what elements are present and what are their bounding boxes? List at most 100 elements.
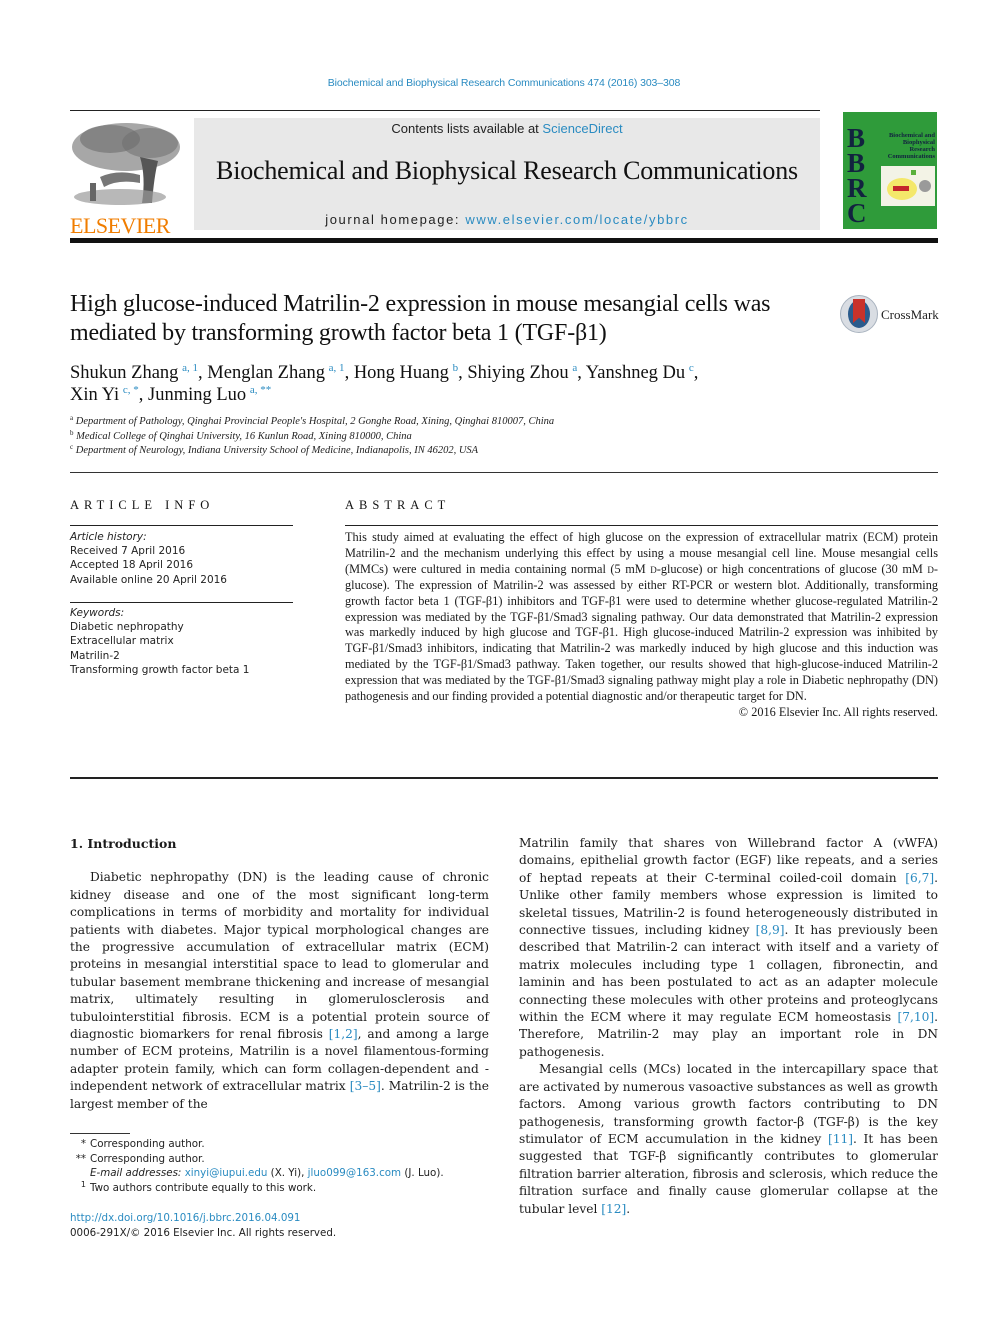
journal-name: Biochemical and Biophysical Research Com… bbox=[216, 156, 798, 185]
abstract-rule bbox=[345, 525, 938, 526]
footnote-equal-contribution: 1 Two authors contribute equally to this … bbox=[70, 1179, 500, 1196]
abstract-heading: ABSTRACT bbox=[345, 498, 451, 512]
reference-link[interactable]: [3–5] bbox=[350, 1079, 381, 1093]
keyword-item: Transforming growth factor beta 1 bbox=[70, 663, 250, 676]
author-name[interactable]: Hong Huang bbox=[354, 363, 449, 383]
body-text: . bbox=[626, 1201, 631, 1216]
keyword-item: Extracellular matrix bbox=[70, 635, 174, 648]
email-owner: (X. Yi), bbox=[267, 1167, 308, 1179]
footnote-corresponding-2: ** Corresponding author. bbox=[70, 1152, 500, 1167]
footnotes: * Corresponding author. ** Corresponding a… bbox=[70, 1137, 500, 1195]
author-name[interactable]: Shukun Zhang bbox=[70, 363, 178, 383]
email-link-yi[interactable]: xinyi@iupui.edu bbox=[185, 1167, 268, 1179]
homepage-line: journal homepage: www.elsevier.com/locat… bbox=[194, 212, 820, 227]
article-title: High glucose-induced Matrilin-2 expressi… bbox=[70, 291, 771, 346]
header-thick-rule bbox=[70, 238, 938, 243]
intro-paragraph-1-cont: Matrilin family that shares von Willebra… bbox=[519, 835, 938, 1061]
footnote-mark: * bbox=[80, 1138, 86, 1150]
doi-link[interactable]: http://dx.doi.org/10.1016/j.bbrc.2016.04… bbox=[70, 1212, 300, 1224]
intro-paragraph-2: Mesangial cells (MCs) located in the int… bbox=[519, 1061, 938, 1218]
author-affil-marker[interactable]: a, 1 bbox=[329, 362, 345, 374]
affiliations-rule bbox=[70, 472, 938, 473]
keyword-item: Diabetic nephropathy bbox=[70, 621, 184, 634]
body-text: Diabetic nephropathy (DN) is the leading… bbox=[70, 870, 489, 1042]
body-column-right: Matrilin family that shares von Willebra… bbox=[519, 835, 938, 1218]
crossmark-button[interactable]: CrossMark bbox=[840, 295, 940, 335]
author-name[interactable]: Junming Luo bbox=[148, 385, 246, 405]
affiliation-text: Department of Pathology, Qinghai Provinc… bbox=[75, 416, 555, 427]
body-column-left: 1. Introduction Diabetic nephropathy (DN… bbox=[70, 835, 489, 1113]
history-received: Received 7 April 2016 bbox=[70, 545, 186, 558]
affiliation-key: b bbox=[70, 428, 74, 437]
keywords: Keywords: Diabetic nephropathy Extracell… bbox=[70, 606, 293, 677]
cover-letter: C bbox=[847, 198, 867, 228]
author-separator: , bbox=[577, 363, 586, 383]
abstract-copyright: © 2016 Elsevier Inc. All rights reserved… bbox=[738, 704, 938, 719]
doi-block: http://dx.doi.org/10.1016/j.bbrc.2016.04… bbox=[70, 1211, 336, 1240]
footnote-text: Two authors contribute equally to this w… bbox=[90, 1181, 317, 1194]
reference-link[interactable]: [7,10] bbox=[897, 1010, 934, 1024]
footnote-emails: E-mail addresses: xinyi@iupui.edu (X. Yi… bbox=[70, 1166, 500, 1181]
crossmark-label: CrossMark bbox=[881, 307, 939, 322]
affiliation-text: Department of Neurology, Indiana Univers… bbox=[75, 445, 479, 456]
journal-homepage-link[interactable]: www.elsevier.com/locate/ybbrc bbox=[465, 212, 688, 227]
author-separator: , bbox=[198, 363, 208, 383]
abstract-text-part: -glucose) or high concentrations of gluc… bbox=[656, 561, 928, 576]
author-name[interactable]: Shiying Zhou bbox=[467, 363, 568, 383]
contents-prefix: Contents lists available at bbox=[391, 121, 543, 136]
reference-link[interactable]: [6,7] bbox=[905, 871, 934, 885]
author-name[interactable]: Yanshneg Du bbox=[586, 363, 685, 383]
reference-link[interactable]: [8,9] bbox=[756, 923, 785, 937]
elsevier-tree-icon bbox=[70, 117, 188, 209]
affiliations: a Department of Pathology, Qinghai Provi… bbox=[70, 415, 870, 459]
affiliation-key: a bbox=[70, 414, 74, 422]
cover-bbrc-letters: B B R C bbox=[847, 125, 867, 228]
issn-copyright: 0006-291X/© 2016 Elsevier Inc. All right… bbox=[70, 1226, 337, 1239]
abstract-text: This study aimed at evaluating the effec… bbox=[345, 530, 938, 705]
keywords-label: Keywords: bbox=[70, 607, 125, 619]
crossmark-icon bbox=[840, 295, 878, 333]
abstract-body: This study aimed at evaluating the effec… bbox=[345, 530, 938, 721]
footnote-text: Corresponding author. bbox=[90, 1152, 205, 1165]
author-affil-marker[interactable]: a, ** bbox=[250, 384, 271, 396]
article-info-heading: ARTICLE INFO bbox=[70, 498, 215, 512]
author-separator: , bbox=[344, 363, 354, 383]
journal-masthead: Contents lists available at ScienceDirec… bbox=[194, 118, 820, 230]
author-name[interactable]: Xin Yi bbox=[70, 385, 119, 405]
email-label: E-mail addresses: bbox=[90, 1167, 182, 1179]
intro-paragraph-1: Diabetic nephropathy (DN) is the leading… bbox=[70, 869, 489, 1113]
reference-link[interactable]: [1,2] bbox=[329, 1027, 358, 1041]
affiliation-item: b Medical College of Qinghai University,… bbox=[70, 428, 870, 445]
reference-link[interactable]: [11] bbox=[828, 1132, 853, 1146]
elsevier-logo[interactable]: ELSEVIER bbox=[70, 117, 188, 238]
author-affil-marker[interactable]: a, 1 bbox=[182, 362, 198, 374]
footnote-mark: 1 bbox=[80, 1179, 86, 1189]
article-history: Article history: Received 7 April 2016 A… bbox=[70, 530, 293, 587]
footnote-text: Corresponding author. bbox=[90, 1138, 205, 1150]
author-affil-marker[interactable]: c, * bbox=[123, 384, 139, 396]
reference-link[interactable]: [12] bbox=[601, 1202, 626, 1216]
elsevier-wordmark: ELSEVIER bbox=[70, 213, 170, 238]
abstract-text-part: -glucose). The expression of Matrilin-2 … bbox=[345, 561, 938, 704]
journal-citation[interactable]: Biochemical and Biophysical Research Com… bbox=[0, 77, 992, 89]
history-accepted: Accepted 18 April 2016 bbox=[70, 559, 194, 572]
front-matter-rule bbox=[70, 777, 938, 779]
footnote-rule bbox=[70, 1133, 130, 1134]
footnote-mark: ** bbox=[75, 1152, 86, 1165]
sciencedirect-link[interactable]: ScienceDirect bbox=[542, 121, 622, 136]
affiliation-key: c bbox=[70, 443, 74, 451]
email-link-luo[interactable]: jluo099@163.com bbox=[308, 1167, 401, 1179]
header-rule bbox=[70, 110, 820, 111]
author-name[interactable]: Menglan Zhang bbox=[207, 363, 325, 383]
keywords-rule bbox=[70, 602, 293, 603]
history-label: Article history: bbox=[70, 531, 147, 543]
contents-line: Contents lists available at ScienceDirec… bbox=[194, 121, 820, 136]
introduction-heading: 1. Introduction bbox=[70, 836, 177, 851]
affiliation-item: c Department of Neurology, Indiana Unive… bbox=[70, 444, 870, 459]
history-online: Available online 20 April 2016 bbox=[70, 573, 227, 586]
email-owner: (J. Luo). bbox=[401, 1167, 444, 1179]
footnote-corresponding-1: * Corresponding author. bbox=[70, 1137, 500, 1152]
cover-figure-icon bbox=[881, 166, 935, 206]
journal-cover[interactable]: B B R C Biochemical and Biophysical Rese… bbox=[843, 112, 937, 229]
body-text: Matrilin family that shares von Willebra… bbox=[519, 836, 938, 885]
